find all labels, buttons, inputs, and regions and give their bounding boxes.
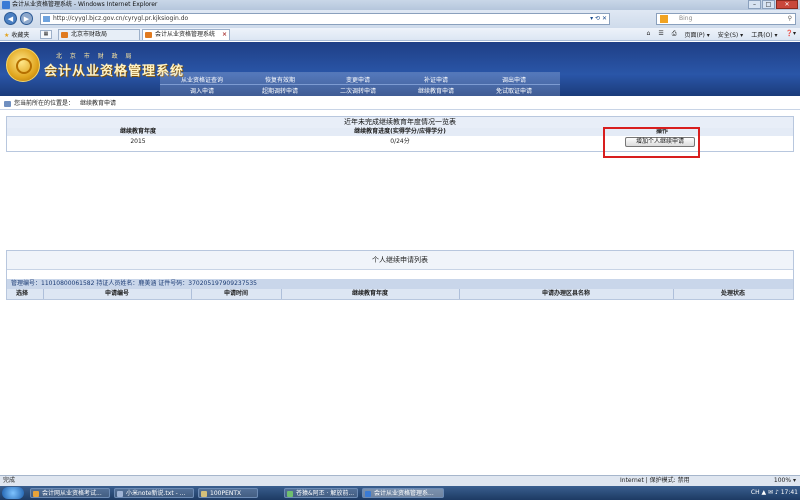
app-header: 北 京 市 财 政 局 会计从业资格管理系统 从业资格证查询 恢复有效期 变更申…	[0, 42, 800, 96]
close-button[interactable]: ✕	[776, 0, 798, 9]
address-bar[interactable]: http://cyygl.bjcz.gov.cn/cyrygl.pr.kjksi…	[40, 13, 610, 25]
status-bar: 完成 Internet | 保护模式: 禁用 100% ▾	[0, 475, 800, 486]
bing-icon	[660, 15, 668, 23]
maximize-button[interactable]: □	[762, 0, 775, 9]
taskbar-item-label[interactable]: 100PENTX	[210, 490, 241, 497]
quick-tabs-icon[interactable]: ▦	[40, 30, 52, 39]
panel-title: 个人继续申请列表	[7, 251, 793, 270]
feeds-icon[interactable]: ☰	[658, 30, 663, 39]
taskbar-item-label[interactable]: 会计从业资格管理系...	[374, 490, 434, 497]
taskbar-item-label[interactable]: 小米note新说.txt - ...	[126, 490, 185, 497]
tab-favicon	[61, 32, 68, 38]
search-icon[interactable]: ⚲	[788, 14, 792, 24]
home-icon[interactable]: ⌂	[647, 30, 651, 39]
column-header: 选择	[15, 290, 28, 297]
ie-icon	[2, 1, 10, 9]
taskbar-item[interactable]: 会计网从业资格考试...	[30, 488, 110, 498]
column-header: 继续教育进度(实得学分/应得学分)	[354, 128, 446, 135]
menu-second-transfer[interactable]: 二次调转申请	[324, 86, 392, 95]
breadcrumb-current: 继续教育申请	[80, 100, 117, 107]
breadcrumb-prefix: 您当前所在的位置是：	[14, 100, 75, 107]
tab-label[interactable]: 会计从业资格管理系统	[155, 31, 215, 38]
address-url[interactable]: http://cyygl.bjcz.gov.cn/cyrygl.pr.kjksi…	[53, 15, 188, 22]
breadcrumb: 您当前所在的位置是： 继续教育申请	[0, 98, 800, 110]
help-menu[interactable]: ❓▾	[786, 30, 796, 39]
education-year: 2015	[130, 138, 146, 145]
column-header: 继续教育年度	[119, 128, 156, 135]
search-box[interactable]: Bing ⚲	[656, 13, 796, 25]
menu-certificate-query[interactable]: 从业资格证查询	[168, 75, 236, 84]
safety-menu[interactable]: 安全(S) ▾	[718, 30, 743, 39]
zoom-level[interactable]: 100% ▾	[774, 476, 796, 486]
emblem-logo	[6, 48, 40, 82]
location-icon	[4, 101, 11, 107]
start-button[interactable]	[2, 487, 24, 499]
menu-overdue-transfer[interactable]: 超期调转申请	[246, 86, 314, 95]
refresh-stop-icons[interactable]: ▾ ⟲ ✕	[590, 14, 607, 24]
tab-label[interactable]: 北京市财政局	[71, 31, 107, 38]
taskbar-item-active[interactable]: 会计从业资格管理系...	[362, 488, 444, 498]
menu-restore-validity[interactable]: 恢复有效期	[246, 75, 314, 84]
red-highlight-box	[603, 127, 700, 158]
tab-favicon	[145, 32, 152, 38]
tools-menu[interactable]: 工具(O) ▾	[751, 30, 777, 39]
window-title: 会计从业资格管理系统 - Windows Internet Explorer	[12, 1, 158, 8]
command-bar: ⌂ ☰ ⎙ 页面(P) ▾ 安全(S) ▾ 工具(O) ▾ ❓▾	[647, 30, 796, 39]
favorites-button[interactable]: 收藏夹	[4, 30, 29, 39]
system-tray[interactable]: CH ▲ ✉ ♪ 17:41	[751, 486, 798, 500]
minimize-button[interactable]: –	[748, 0, 761, 9]
taskbar-item-label[interactable]: 苍猿&阿丕 · 解放前...	[296, 490, 354, 497]
address-row: ◀ ▶ http://cyygl.bjcz.gov.cn/cyrygl.pr.k…	[0, 10, 800, 28]
column-header: 申请时间	[223, 290, 248, 297]
forward-icon[interactable]: ▶	[20, 12, 33, 25]
menu-transfer-in[interactable]: 调入申请	[168, 86, 236, 95]
menu-continuing-education[interactable]: 继续教育申请	[402, 86, 470, 95]
window-title-bar: 会计从业资格管理系统 - Windows Internet Explorer –…	[0, 0, 800, 10]
favorites-tab-bar: 收藏夹 ▦ 北京市财政局 会计从业资格管理系统 × ⌂ ☰ ⎙ 页面(P) ▾ …	[0, 28, 800, 41]
security-zone[interactable]: Internet | 保护模式: 禁用	[620, 476, 690, 486]
application-list-panel: 个人继续申请列表 管理编号：11010800061582 持证人员姓名：鹿美涵 …	[6, 250, 794, 300]
taskbar-item-label[interactable]: 会计网从业资格考试...	[42, 490, 102, 497]
column-header: 申请编号	[104, 290, 129, 297]
tab-accounting-system[interactable]: 会计从业资格管理系统 ×	[142, 29, 230, 40]
table-header: 选择 申请编号 申请时间 继续教育年度 申请办理区县名称 处理状态	[7, 289, 793, 299]
menu-transfer-out[interactable]: 调出申请	[480, 75, 548, 84]
column-header: 处理状态	[720, 290, 745, 297]
page-menu[interactable]: 页面(P) ▾	[685, 30, 710, 39]
taskbar-item[interactable]: 小米note新说.txt - ...	[114, 488, 194, 498]
menu-change-application[interactable]: 变更申请	[324, 75, 392, 84]
user-info: 管理编号：11010800061582 持证人员姓名：鹿美涵 证件号码：3702…	[7, 279, 793, 289]
education-progress: 0/24分	[390, 138, 410, 145]
taskbar-item[interactable]: 苍猿&阿丕 · 解放前...	[284, 488, 358, 498]
taskbar: 会计网从业资格考试... 小米note新说.txt - ... 100PENTX…	[0, 486, 800, 500]
menu-reissue-application[interactable]: 补证申请	[402, 75, 470, 84]
column-header: 申请办理区县名称	[541, 290, 590, 297]
main-menu: 从业资格证查询 恢复有效期 变更申请 补证申请 调出申请 调入申请 超期调转申请…	[168, 74, 558, 96]
column-header: 继续教育年度	[351, 290, 388, 297]
organization-name: 北 京 市 财 政 局	[56, 53, 135, 60]
tab-close-icon[interactable]: ×	[222, 30, 227, 40]
back-icon[interactable]: ◀	[4, 12, 17, 25]
page-icon	[43, 16, 50, 22]
tab-finance-bureau[interactable]: 北京市财政局	[58, 29, 140, 40]
search-placeholder[interactable]: Bing	[679, 15, 692, 22]
taskbar-item[interactable]: 100PENTX	[198, 488, 258, 498]
status-text: 完成	[3, 477, 16, 484]
print-icon[interactable]: ⎙	[672, 30, 677, 39]
menu-exam-exemption[interactable]: 免试取证申请	[480, 86, 548, 95]
